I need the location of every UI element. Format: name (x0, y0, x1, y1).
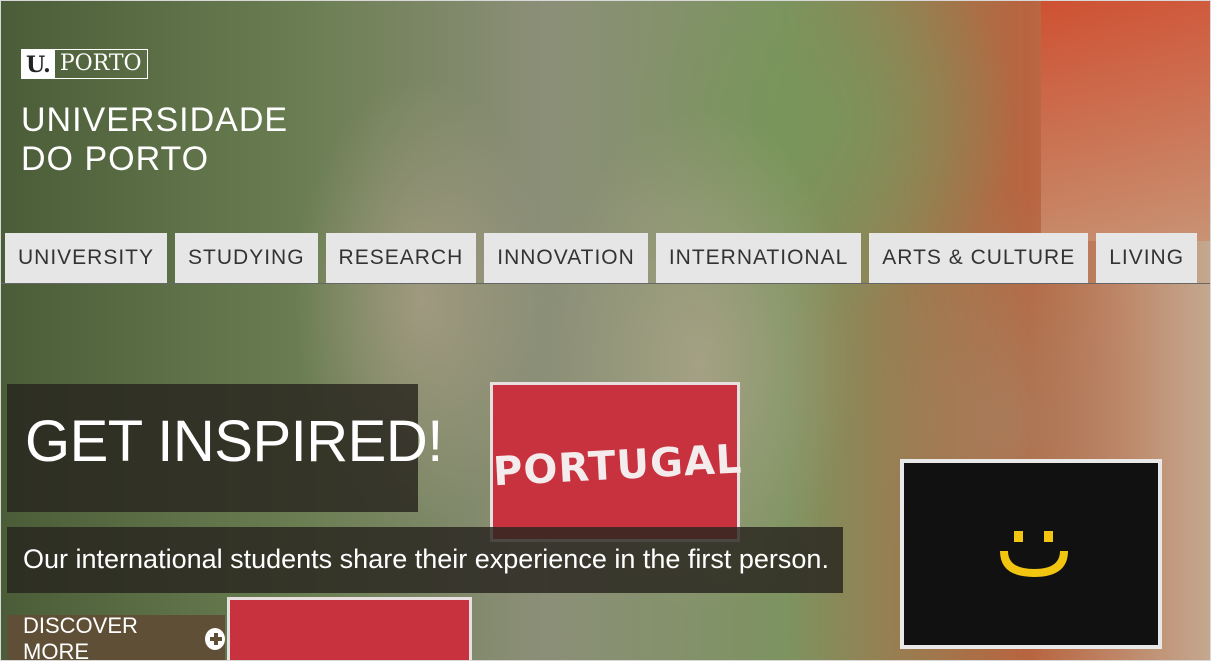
discover-more-button[interactable]: DISCOVER MORE (7, 612, 225, 661)
hero-subheadline-box: Our international students share their e… (7, 527, 843, 593)
portugal-sign: PORTUGAL (490, 382, 744, 542)
main-nav: UNIVERSITY STUDYING RESEARCH INNOVATION … (5, 233, 1198, 283)
hero-headline: GET INSPIRED! (25, 409, 443, 474)
nav-item-international[interactable]: INTERNATIONAL (655, 233, 862, 283)
logo-porto: PORTO (59, 51, 142, 76)
discover-more-label: DISCOVER MORE (23, 612, 138, 661)
smiley-icon (1000, 531, 1068, 577)
hero-subheadline: Our international students share their e… (23, 544, 829, 574)
hero-banner: PORTUGAL U. PORTO UNIVERSIDADE DO PORTO … (0, 0, 1211, 661)
nav-item-living[interactable]: LIVING (1096, 233, 1198, 283)
red-sign-lower (227, 597, 472, 660)
nav-item-innovation[interactable]: INNOVATION (484, 233, 648, 283)
background-building (1041, 1, 1210, 241)
smiley-sign (900, 459, 1162, 649)
nav-item-arts-culture[interactable]: ARTS & CULTURE (869, 233, 1089, 283)
uporto-logo[interactable]: U. PORTO (21, 49, 148, 79)
nav-item-studying[interactable]: STUDYING (175, 233, 318, 283)
logo-u: U. (22, 50, 55, 78)
nav-divider (1, 283, 1210, 284)
plus-circle-icon (205, 627, 225, 650)
university-name: UNIVERSIDADE DO PORTO (21, 101, 288, 179)
university-name-line1: UNIVERSIDADE (21, 101, 289, 139)
hero-headline-box: GET INSPIRED! (7, 384, 443, 512)
university-name-line2: DO PORTO (21, 140, 210, 178)
nav-item-research[interactable]: RESEARCH (325, 233, 477, 283)
nav-item-university[interactable]: UNIVERSITY (5, 233, 168, 283)
sign-text: PORTUGAL (491, 436, 744, 496)
